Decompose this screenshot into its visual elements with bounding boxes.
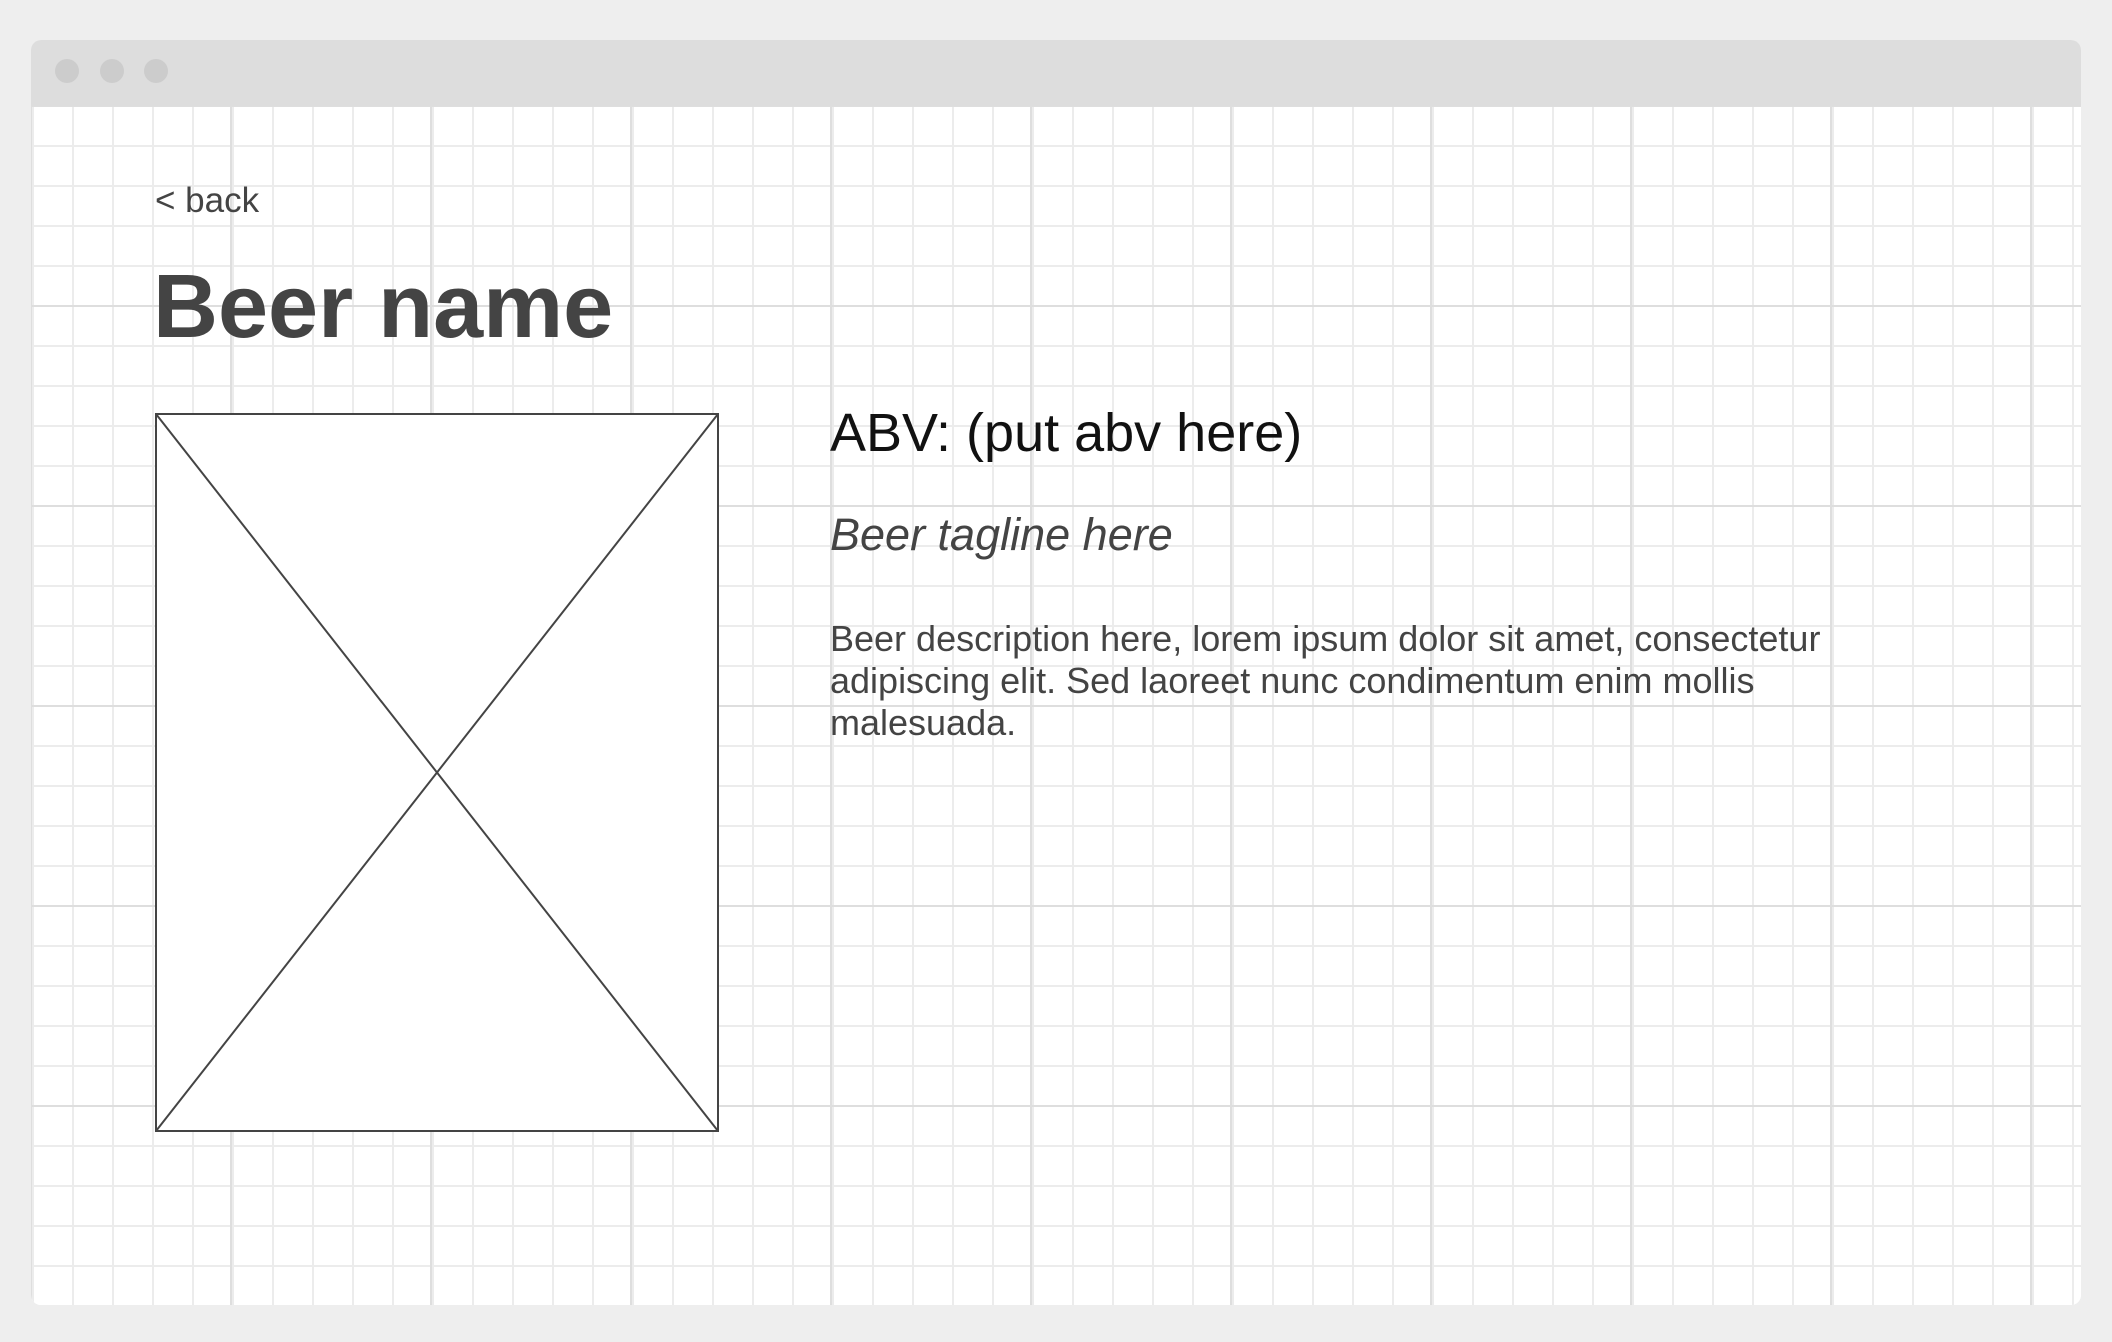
close-dot[interactable] xyxy=(55,59,79,83)
page-title: Beer name xyxy=(153,257,614,357)
browser-window: < back Beer name ABV: (put abv here) Bee… xyxy=(31,40,2081,1305)
back-link[interactable]: < back xyxy=(155,181,259,221)
maximize-dot[interactable] xyxy=(144,59,168,83)
minimize-dot[interactable] xyxy=(100,59,124,83)
tagline-text: Beer tagline here xyxy=(830,509,1173,560)
abv-text: ABV: (put abv here) xyxy=(830,403,1303,463)
description-text: Beer description here, lorem ipsum dolor… xyxy=(830,618,1821,743)
image-placeholder-icon xyxy=(155,413,719,1132)
page-content: < back Beer name ABV: (put abv here) Bee… xyxy=(31,106,2081,1305)
window-titlebar xyxy=(31,40,2081,106)
